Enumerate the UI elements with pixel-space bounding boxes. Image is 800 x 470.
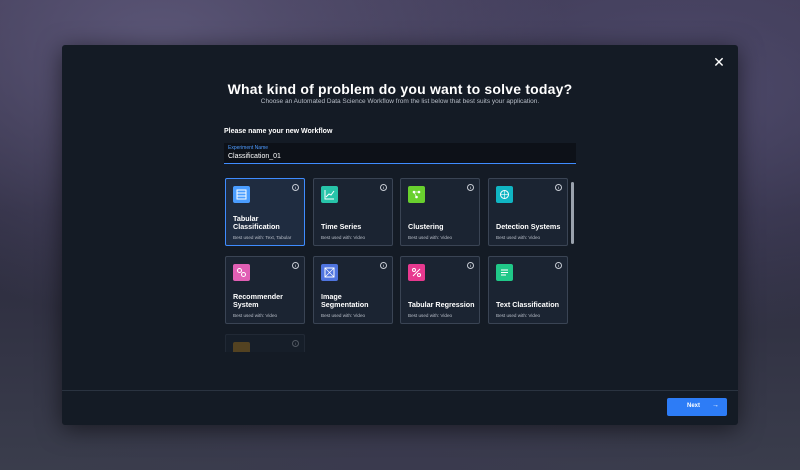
dialog-subtitle: Choose an Automated Data Science Workflo… (260, 98, 540, 105)
dialog-title: What kind of problem do you want to solv… (227, 81, 573, 97)
card-usage: Best used with: Text, Tabular (233, 235, 292, 240)
info-icon[interactable]: i (292, 262, 299, 269)
card-usage: Best used with: Video (496, 235, 541, 240)
experiment-name-value[interactable]: Classification_01 (228, 153, 281, 160)
info-icon[interactable]: i (555, 262, 562, 269)
card-title: Recommender System (233, 292, 283, 309)
experiment-name-label: Experiment Name (228, 145, 269, 151)
close-icon[interactable]: ✕ (712, 55, 726, 69)
info-icon[interactable]: i (380, 262, 387, 269)
card-title: Tabular Regression (408, 300, 475, 309)
info-icon[interactable]: i (467, 262, 474, 269)
card-title: Tabular Classification (233, 214, 280, 231)
card-clustering[interactable]: i Clustering Best used with: Video (400, 178, 480, 246)
info-icon[interactable]: i (555, 184, 562, 191)
workflow-dialog: ✕ What kind of problem do you want to so… (62, 45, 738, 425)
card-usage: Best used with: Video (496, 313, 541, 318)
footer-divider (62, 390, 738, 391)
tabular-regression-icon (408, 264, 425, 281)
card-usage: Best used with: Video (321, 313, 366, 318)
card-usage: Best used with: Video (408, 313, 453, 318)
info-icon[interactable]: i (467, 184, 474, 191)
card-detection-systems[interactable]: i Detection Systems Best used with: Vide… (488, 178, 568, 246)
next-label: Next (687, 403, 701, 409)
image-segmentation-icon (321, 264, 338, 281)
info-icon[interactable]: i (292, 184, 299, 191)
experiment-name-field[interactable]: Experiment Name Classification_01 (224, 143, 576, 164)
arrow-right-icon: → (712, 402, 719, 409)
card-usage: Best used with: Video (233, 313, 278, 318)
card-time-series[interactable]: i Time Series Best used with: Video (313, 178, 393, 246)
tabular-classification-icon (233, 186, 250, 203)
workflow-name-label: Please name your new Workflow (224, 128, 333, 135)
card-usage: Best used with: Video (408, 235, 453, 240)
workflow-card-grid: i Tabular Classification Best used with:… (224, 177, 577, 352)
grid-scrollbar[interactable] (571, 182, 574, 244)
card-title: Image Segmentation (321, 292, 369, 309)
card-title: Detection Systems (496, 222, 561, 231)
card-title: Text Classification (496, 300, 559, 309)
detection-icon (496, 186, 513, 203)
clustering-icon (408, 186, 425, 203)
info-icon[interactable]: i (380, 184, 387, 191)
card-title: Time Series (321, 222, 362, 231)
card-text-classification[interactable]: i Text Classification Best used with: Vi… (488, 256, 568, 324)
card-tabular-regression[interactable]: i Tabular Regression Best used with: Vid… (400, 256, 480, 324)
card-tabular-classification[interactable]: i Tabular Classification Best used with:… (225, 178, 305, 246)
workflow-icon (233, 342, 250, 352)
card-usage: Best used with: Video (321, 235, 366, 240)
recommender-icon (233, 264, 250, 281)
card-image-segmentation[interactable]: i Image Segmentation Best used with: Vid… (313, 256, 393, 324)
card-partial[interactable]: i (225, 334, 305, 352)
info-icon[interactable]: i (292, 340, 299, 347)
card-recommender-system[interactable]: i Recommender System Best used with: Vid… (225, 256, 305, 324)
time-series-icon (321, 186, 338, 203)
next-button[interactable]: Next → (667, 398, 727, 416)
card-title: Clustering (408, 222, 444, 231)
text-classification-icon (496, 264, 513, 281)
